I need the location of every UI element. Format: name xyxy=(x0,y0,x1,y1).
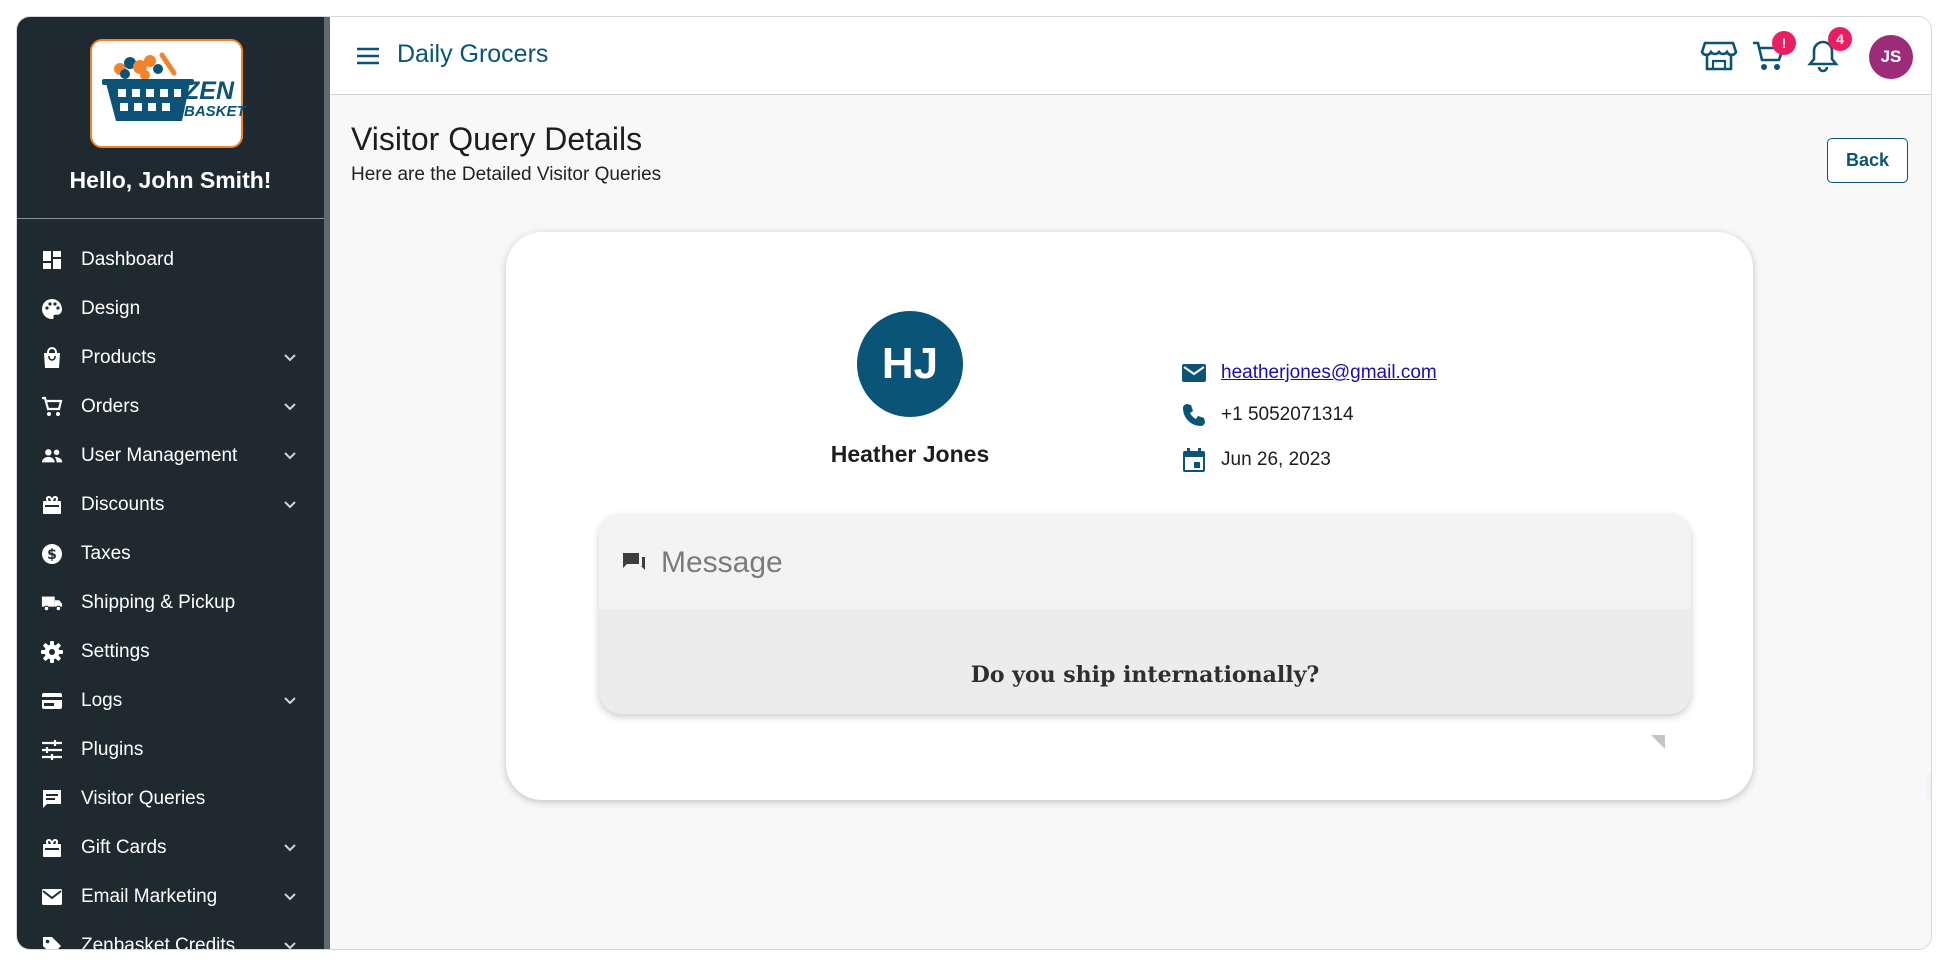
sidebar-item-label: Gift Cards xyxy=(81,836,167,858)
palette-icon xyxy=(41,298,63,320)
greeting: Hello, John Smith! xyxy=(69,167,272,193)
chevron-down-icon xyxy=(284,893,296,901)
storefront-icon[interactable] xyxy=(1700,37,1738,75)
sidebar-item-label: Logs xyxy=(81,689,123,711)
visitor-date: Jun 26, 2023 xyxy=(1221,449,1331,470)
sidebar-item-design[interactable]: Design xyxy=(17,284,324,333)
truck-icon xyxy=(41,592,63,614)
store-name: Daily Grocers xyxy=(397,40,549,68)
sidebar-item-label: Taxes xyxy=(81,542,131,564)
sidebar-item-visitor-queries[interactable]: Visitor Queries xyxy=(17,774,324,823)
dashboard-icon xyxy=(41,249,63,271)
zenbasket-logo[interactable]: ZEN BASKET xyxy=(90,39,246,148)
people-icon xyxy=(41,445,63,467)
visitor-phone: +1 5052071314 xyxy=(1221,404,1354,425)
svg-text:$: $ xyxy=(47,547,57,563)
top-header: Daily Grocers ! 4 JS xyxy=(330,17,1931,95)
sidebar: ZEN BASKET Hello, John Smith! Dashboard … xyxy=(17,17,324,949)
page-title: Visitor Query Details xyxy=(351,121,643,157)
sidebar-item-user-management[interactable]: User Management xyxy=(17,431,324,480)
menu-icon[interactable] xyxy=(355,43,381,69)
sidebar-item-label: Zenbasket Credits xyxy=(81,934,236,950)
sidebar-item-label: Discounts xyxy=(81,493,165,515)
chevron-down-icon xyxy=(284,354,296,362)
chevron-down-icon xyxy=(284,403,296,411)
page-subtitle: Here are the Detailed Visitor Queries xyxy=(351,164,662,185)
cart-icon[interactable]: ! xyxy=(1750,31,1796,75)
sidebar-item-discounts[interactable]: Discounts xyxy=(17,480,324,529)
sidebar-item-zenbasket-credits[interactable]: Zenbasket Credits xyxy=(17,921,324,950)
sidebar-item-taxes[interactable]: $ Taxes xyxy=(17,529,324,578)
sidebar-item-settings[interactable]: Settings xyxy=(17,627,324,676)
sidebar-item-email-marketing[interactable]: Email Marketing xyxy=(17,872,324,921)
user-avatar[interactable]: JS xyxy=(1869,35,1913,79)
message-text: Do you ship internationally? xyxy=(970,662,1320,688)
sliders-icon xyxy=(41,739,63,761)
gift-box-icon xyxy=(41,494,63,516)
notification-badge: 4 xyxy=(1828,27,1852,51)
sidebar-item-label: Settings xyxy=(81,640,150,662)
logo-text-basket: BASKET xyxy=(184,103,246,120)
sidebar-item-logs[interactable]: Logs xyxy=(17,676,324,725)
sidebar-item-label: User Management xyxy=(81,444,238,466)
sidebar-item-label: Design xyxy=(81,297,141,319)
sidebar-item-shipping-pickup[interactable]: Shipping & Pickup xyxy=(17,578,324,627)
sidebar-item-label: Shipping & Pickup xyxy=(81,591,236,613)
cart-badge: ! xyxy=(1772,31,1796,55)
sidebar-item-label: Dashboard xyxy=(81,248,174,270)
sidebar-item-products[interactable]: Products xyxy=(17,333,324,382)
message-icon xyxy=(41,788,63,810)
visitor-email-row: heatherjones@gmail.com xyxy=(1179,358,1437,388)
sidebar-item-label: Visitor Queries xyxy=(81,787,206,809)
visitor-phone-row: +1 5052071314 xyxy=(1179,400,1354,430)
sidebar-divider xyxy=(17,218,324,219)
chevron-down-icon xyxy=(284,942,296,949)
sidebar-nav: Dashboard Design Products Orders User Ma… xyxy=(17,235,324,950)
logo-text-zen: ZEN xyxy=(184,77,234,105)
message-bubble-tail xyxy=(1651,735,1665,749)
notification-bell-icon[interactable]: 4 xyxy=(1804,27,1852,75)
visitor-email-link[interactable]: heatherjones@gmail.com xyxy=(1221,362,1437,384)
dollar-circle-icon: $ xyxy=(41,543,63,565)
sidebar-item-dashboard[interactable]: Dashboard xyxy=(17,235,324,284)
message-header: Message xyxy=(599,514,1691,609)
shopping-bag-icon xyxy=(41,346,63,369)
message-box: Message Do you ship internationally? xyxy=(599,514,1691,714)
back-button[interactable]: Back xyxy=(1827,138,1908,183)
gift-card-icon xyxy=(41,837,63,859)
message-label: Message xyxy=(661,546,783,579)
sidebar-scroll-edge[interactable] xyxy=(324,17,330,949)
side-widget-tab[interactable]: ›‹ xyxy=(1927,772,1931,802)
sidebar-item-label: Email Marketing xyxy=(81,885,218,907)
sidebar-item-gift-cards[interactable]: Gift Cards xyxy=(17,823,324,872)
sidebar-item-orders[interactable]: Orders xyxy=(17,382,324,431)
cart-icon xyxy=(41,396,63,418)
chevron-down-icon xyxy=(284,452,296,460)
visitor-name: Heather Jones xyxy=(830,441,990,467)
chevron-down-icon xyxy=(284,501,296,509)
forum-icon xyxy=(621,550,649,578)
chevron-down-icon xyxy=(284,844,296,852)
sidebar-item-label: Orders xyxy=(81,395,140,417)
mail-icon xyxy=(1179,358,1209,388)
gear-icon xyxy=(41,640,63,663)
mail-icon xyxy=(41,886,63,908)
sidebar-item-label: Plugins xyxy=(81,738,144,760)
visitor-avatar: HJ xyxy=(857,311,963,417)
visitor-date-row: Jun 26, 2023 xyxy=(1179,445,1331,475)
chevron-down-icon xyxy=(284,697,296,705)
phone-icon xyxy=(1179,400,1209,430)
app-window: ZEN BASKET Hello, John Smith! Dashboard … xyxy=(16,16,1932,950)
calendar-icon xyxy=(1179,445,1209,475)
sidebar-item-label: Products xyxy=(81,346,156,368)
card-icon xyxy=(41,690,63,712)
sidebar-item-plugins[interactable]: Plugins xyxy=(17,725,324,774)
tag-icon xyxy=(41,935,63,949)
